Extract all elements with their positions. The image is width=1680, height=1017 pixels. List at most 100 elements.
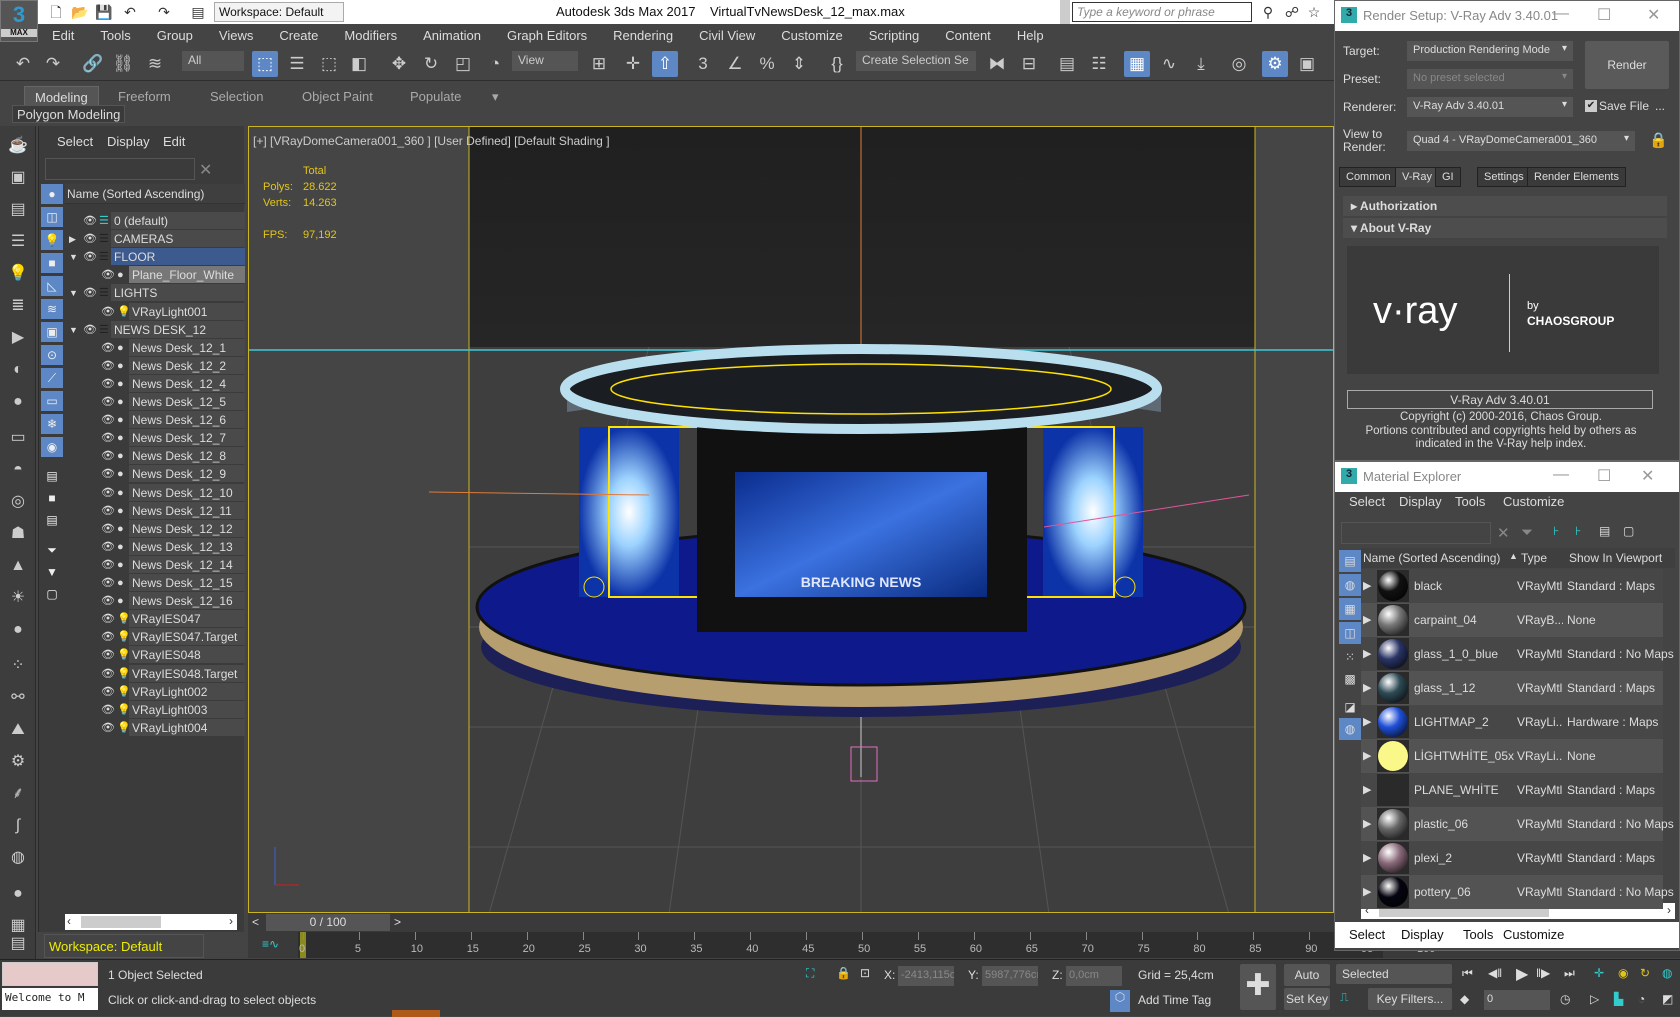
display-none-icon[interactable]: ■ xyxy=(41,488,63,508)
menu-content[interactable]: Content xyxy=(931,24,1003,47)
material-row[interactable]: ▶ LIGHTMAP_2 VRayLi... Hardware : Maps xyxy=(1361,705,1663,739)
undo-icon[interactable]: ↶ xyxy=(10,51,36,77)
absolute-mode-icon[interactable]: ⊡ xyxy=(860,966,870,980)
key-mode-dropdown[interactable]: Selected xyxy=(1336,964,1452,984)
visibility-eye-icon[interactable]: 👁 xyxy=(101,266,115,284)
scene-row[interactable]: 👁 ☰ 0 (default) xyxy=(65,212,245,230)
box-icon[interactable]: ▭ xyxy=(6,426,30,450)
expand-arrow-icon[interactable]: ▶ xyxy=(1363,817,1371,830)
scene-row[interactable]: 👁 ● News Desk_12_10 xyxy=(65,483,245,502)
scene-row[interactable]: 👁 ● News Desk_12_13 xyxy=(65,537,245,556)
visibility-eye-icon[interactable]: 👁 xyxy=(83,212,97,230)
material-row[interactable]: ▶ carpaint_04 VRayB... None xyxy=(1361,603,1663,637)
maxscript-input[interactable]: Welcome to M xyxy=(2,988,98,1010)
light-bulb-icon[interactable]: 💡 xyxy=(6,262,30,286)
scene-row[interactable]: 👁 ● News Desk_12_4 xyxy=(65,374,245,393)
maximize-button[interactable]: ☐ xyxy=(1597,466,1611,486)
visibility-eye-icon[interactable]: 👁 xyxy=(101,610,115,628)
visibility-eye-icon[interactable]: 👁 xyxy=(101,375,115,393)
scene-row[interactable]: 👁 ● News Desk_12_15 xyxy=(65,574,245,592)
material-row[interactable]: ▶ plastic_06 VRayMtl Standard : No Maps xyxy=(1361,807,1674,841)
hemisphere-icon[interactable]: ◓ xyxy=(6,458,30,482)
new-file-icon[interactable]: 🗋 xyxy=(46,3,66,21)
link-icon[interactable]: 🔗 xyxy=(80,51,106,77)
spinner-snap-icon[interactable]: ⇕ xyxy=(786,51,812,77)
visibility-eye-icon[interactable]: 👁 xyxy=(83,230,97,248)
display-geometry-icon[interactable]: ● xyxy=(41,184,63,204)
scene-row[interactable]: 👁 ● Plane_Floor_White xyxy=(65,266,245,284)
visibility-eye-icon[interactable]: 👁 xyxy=(101,465,115,483)
material-row[interactable]: ▶ glass_1_12 VRayMtl Standard : Maps xyxy=(1361,671,1663,705)
layer-explorer-icon[interactable]: ☷ xyxy=(1086,51,1112,77)
display-groups-icon[interactable]: ▣ xyxy=(41,322,63,342)
edit-named-selection-icon[interactable]: {} xyxy=(824,51,850,77)
scene-row[interactable]: 👁 ● News Desk_12_9 xyxy=(65,465,245,483)
current-frame-field[interactable]: 0 xyxy=(1484,990,1550,1010)
material-row[interactable]: ▶ plexi_2 VRayMtl Standard : Maps xyxy=(1361,841,1663,875)
target-dropdown[interactable]: Production Rendering Mode xyxy=(1407,41,1573,61)
video-camera-icon[interactable]: ● xyxy=(6,390,30,414)
menu-graph-editors[interactable]: Graph Editors xyxy=(493,24,599,47)
scene-horizontal-scrollbar[interactable]: ‹ › xyxy=(65,914,237,930)
scene-row[interactable]: 👁 ● News Desk_12_7 xyxy=(65,429,245,447)
isolate-selection-icon[interactable]: ⛶ xyxy=(806,966,814,981)
walk-through-icon[interactable]: ✛ xyxy=(1594,966,1604,980)
render-frame-icon[interactable]: ▣ xyxy=(6,166,30,190)
sphere-icon[interactable]: ● xyxy=(6,618,30,642)
ribbon-tab-object-paint[interactable]: Object Paint xyxy=(292,86,383,106)
curve-editor-icon[interactable]: ∿ xyxy=(1156,51,1182,77)
goto-start-icon[interactable]: ⏮ xyxy=(1462,966,1473,981)
menu-scripting[interactable]: Scripting xyxy=(855,24,932,47)
layers-icon[interactable]: ≣ xyxy=(6,294,30,318)
ribbon-tab-populate[interactable]: Populate xyxy=(400,86,471,106)
bottom-menu-display[interactable]: Display xyxy=(1401,927,1444,942)
select-manipulate-icon[interactable]: ✛ xyxy=(620,51,646,77)
menu-civil-view[interactable]: Civil View xyxy=(685,24,767,47)
visibility-eye-icon[interactable]: 👁 xyxy=(101,701,115,719)
ribbon-tab-selection[interactable]: Selection xyxy=(200,86,273,106)
visibility-eye-icon[interactable]: 👁 xyxy=(101,719,115,737)
set-key-button[interactable]: Set Key xyxy=(1284,988,1330,1010)
gear-icon[interactable]: ⚙ xyxy=(6,750,30,774)
scene-column-header[interactable]: Name (Sorted Ascending) xyxy=(65,184,245,204)
menu-customize[interactable]: Customize xyxy=(767,24,854,47)
selection-lock-icon[interactable]: 🔒 xyxy=(836,966,851,980)
visibility-eye-icon[interactable]: 👁 xyxy=(101,556,115,574)
column-show-in-viewport[interactable]: Show In Viewport xyxy=(1569,551,1662,565)
explorer-toggle-icon[interactable]: ▤ xyxy=(6,932,30,956)
pivot-center-icon[interactable]: ⊞ xyxy=(586,51,612,77)
toggle-ribbon-icon[interactable]: ▦ xyxy=(1124,51,1150,77)
torus-icon[interactable]: ◎ xyxy=(6,490,30,514)
expand-toggle-icon[interactable]: ▼ xyxy=(69,321,78,339)
display-containers-icon[interactable]: ▭ xyxy=(41,391,63,411)
render-button[interactable]: Render xyxy=(1585,41,1669,89)
sun-icon[interactable]: ☀ xyxy=(6,586,30,610)
scale-icon[interactable]: ◰ xyxy=(450,51,476,77)
workspace-selector[interactable]: Workspace: Default xyxy=(44,934,204,958)
visibility-eye-icon[interactable]: 👁 xyxy=(101,393,115,411)
pan-icon[interactable]: ↻ xyxy=(1640,966,1650,980)
particles-icon[interactable]: ⁘ xyxy=(6,654,30,678)
time-slider[interactable]: < 0 / 100 > xyxy=(248,913,1334,932)
close-button[interactable]: ✕ xyxy=(1647,5,1660,25)
placement-icon[interactable]: ◔ xyxy=(482,51,508,77)
minimize-button[interactable]: — xyxy=(1553,466,1569,484)
material-row[interactable]: ▶ glass_1_0_blue VRayMtl Standard : No Maps xyxy=(1361,637,1674,671)
ribbon-options-icon[interactable]: ▾ xyxy=(482,86,509,106)
ribbon-panel-polygon-modeling[interactable]: Polygon Modeling xyxy=(12,105,126,123)
bottom-menu-customize[interactable]: Customize xyxy=(1503,927,1564,942)
expand-arrow-icon[interactable]: ▶ xyxy=(1363,613,1371,626)
material-editor-icon[interactable]: ◎ xyxy=(1226,51,1252,77)
visibility-eye-icon[interactable]: 👁 xyxy=(101,447,115,465)
bottom-menu-tools[interactable]: Tools xyxy=(1463,927,1493,942)
redo-icon[interactable]: ↷ xyxy=(154,3,174,21)
invert-display-icon[interactable]: ▤ xyxy=(41,510,63,530)
scene-row[interactable]: ▼ 👁 ☰ LIGHTS xyxy=(65,284,245,302)
terrain-icon[interactable]: ⛰ xyxy=(6,718,30,742)
maxscript-listener-mini[interactable] xyxy=(2,962,98,986)
scene-row[interactable]: 👁 💡 VRayIES047 xyxy=(65,610,245,628)
x-coordinate-field[interactable]: -2413,115c xyxy=(898,966,954,986)
column-type[interactable]: Type xyxy=(1521,551,1547,565)
display-shapes-icon[interactable]: ◫ xyxy=(41,207,63,227)
view-to-render-dropdown[interactable]: Quad 4 - VRayDomeCamera001_360 xyxy=(1407,131,1635,151)
